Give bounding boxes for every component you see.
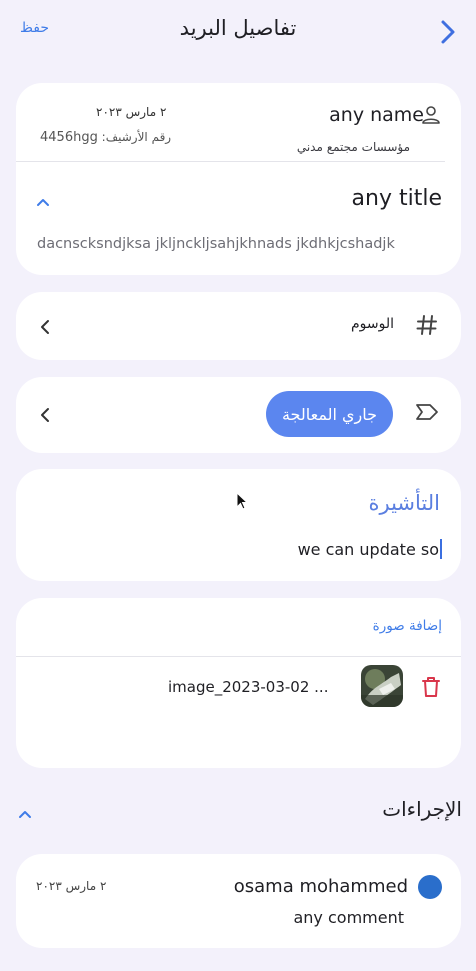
status-row[interactable] [16,377,461,453]
tags-row[interactable] [16,292,461,360]
chevron-up-icon [19,811,31,818]
organization-name: مؤسسات مجتمع مدني [296,140,410,154]
mail-date: ٢ مارس ٢٠٢٣ [96,105,167,119]
back-button[interactable] [436,18,460,46]
add-image-button[interactable]: إضافة صورة [373,618,442,634]
divider [16,161,445,162]
delete-icon[interactable] [421,676,441,698]
actions-section-title: الإجراءات [382,797,462,821]
status-badge[interactable]: جاري المعالجة [266,391,393,437]
chevron-up-icon [37,199,49,206]
attachment-filename: image_2023-03-02 ... [168,678,329,696]
chevron-left-icon[interactable] [38,406,52,424]
sender-name: any name [329,104,424,126]
comment-card [16,854,461,948]
page-title: تفاصيل البريد [179,16,297,40]
person-icon [420,104,442,126]
comment-author: osama mohammed [233,876,408,897]
hashtag-icon [416,314,438,336]
mail-body: dacnscksndjksa jkljnckljsahjkhnads jkdhk… [37,236,395,252]
collapse-button[interactable] [35,193,51,206]
tags-label: الوسوم [350,316,394,332]
divider [16,656,461,657]
annotation-input[interactable]: we can update so [298,539,442,559]
collapse-actions-button[interactable] [17,805,33,818]
annotation-title: التأشيرة [368,491,441,515]
archive-value: 4456hgg [40,130,98,145]
annotation-value: we can update so [297,539,439,559]
archive-label: رقم الأرشيف: [101,130,172,144]
annotation-card [16,469,461,581]
text-caret [440,539,442,559]
comment-date: ٢ مارس ٢٠٢٣ [36,879,107,893]
comment-text: any comment [293,908,404,927]
chevron-left-icon[interactable] [38,318,52,336]
mouse-pointer-icon [236,491,249,510]
save-button[interactable]: حفظ [20,20,49,36]
chevron-right-icon [441,20,455,44]
avatar [418,875,442,899]
image-thumbnail[interactable] [361,665,403,707]
mail-title: any title [351,186,442,211]
archive-number: رقم الأرشيف: 4456hgg [40,130,171,145]
label-outline-icon [415,401,439,423]
